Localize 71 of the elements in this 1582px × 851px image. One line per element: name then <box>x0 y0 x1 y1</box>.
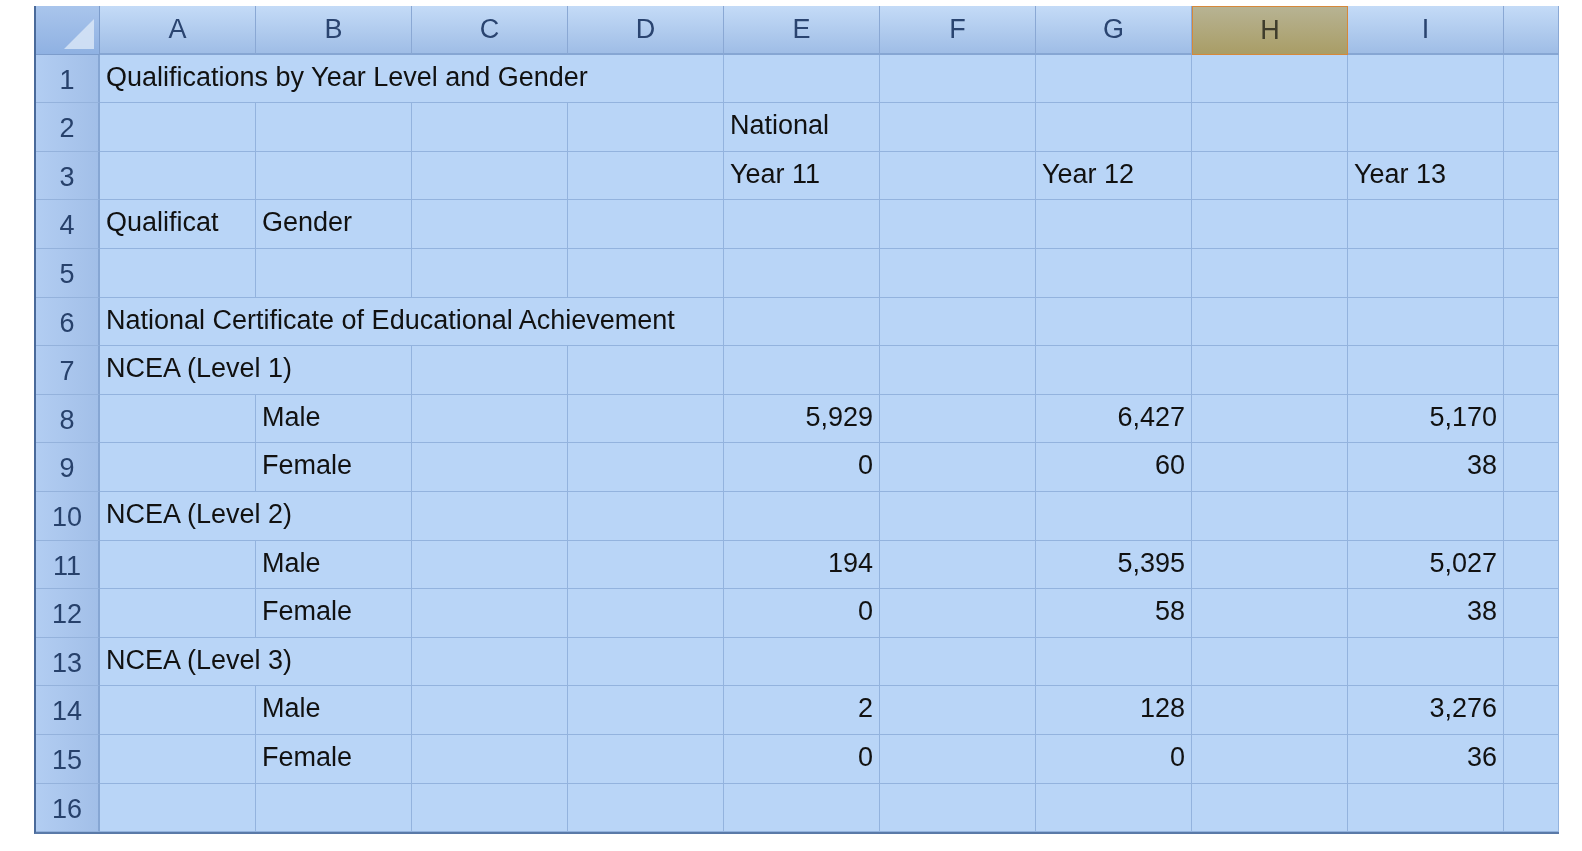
number-cell-text: 0 <box>856 595 874 629</box>
column-header[interactable]: B <box>256 6 412 55</box>
number-cell-text: 3,276 <box>1428 692 1498 726</box>
text-cell-text: NCEA (Level 1) <box>105 352 294 386</box>
empty-cell <box>1504 637 1559 687</box>
column-header[interactable]: H <box>1192 6 1348 55</box>
empty-cell <box>1504 103 1559 152</box>
row-header[interactable]: 3 <box>36 151 100 201</box>
text-cell-text: Female <box>261 741 354 774</box>
row-header[interactable]: 1 <box>36 54 100 104</box>
row-header[interactable]: 4 <box>36 200 100 249</box>
row-header[interactable]: 2 <box>36 103 100 152</box>
text-cell-text: Gender <box>261 206 354 240</box>
empty-cell <box>1504 491 1559 541</box>
empty-cell <box>1504 54 1559 104</box>
empty-cell <box>1504 297 1559 347</box>
column-header[interactable]: A <box>100 6 256 55</box>
row-header[interactable]: 14 <box>36 686 100 735</box>
number-cell-text: 6,427 <box>1116 400 1186 434</box>
row-header[interactable]: 13 <box>36 637 100 687</box>
number-cell-text: 5,027 <box>1428 546 1498 580</box>
number-cell-text: 36 <box>1465 741 1498 774</box>
column-header[interactable]: G <box>1036 6 1192 55</box>
number-cell-text: 38 <box>1465 449 1498 483</box>
column-header[interactable]: D <box>568 6 724 55</box>
empty-cell <box>1504 248 1559 298</box>
number-cell-text: 0 <box>1168 741 1186 774</box>
empty-cell <box>1504 200 1559 249</box>
row-header[interactable]: 7 <box>36 346 100 395</box>
empty-cell <box>1504 346 1559 395</box>
row-header[interactable]: 6 <box>36 297 100 347</box>
row-header[interactable]: 10 <box>36 491 100 541</box>
number-cell-text: 58 <box>1153 595 1186 629</box>
column-header[interactable]: I <box>1348 6 1504 55</box>
column-header[interactable]: E <box>724 6 880 55</box>
text-cell-text: Male <box>261 692 322 726</box>
text-cell-text: Qualificat <box>105 206 220 240</box>
text-cell-text: NCEA (Level 3) <box>105 643 294 677</box>
column-header[interactable]: F <box>880 6 1036 55</box>
number-cell-text: 5,170 <box>1428 400 1498 434</box>
text-cell-text: Qualifications by Year Level and Gender <box>105 60 589 94</box>
text-cell-text: Male <box>261 546 322 580</box>
number-cell-text: 0 <box>856 449 874 483</box>
text-cell-text: NCEA (Level 2) <box>105 498 294 532</box>
row-header[interactable]: 8 <box>36 394 100 444</box>
select-all-icon[interactable] <box>64 18 94 49</box>
row-header[interactable]: 5 <box>36 248 100 298</box>
column-header[interactable]: C <box>412 6 568 55</box>
number-cell-text: 5,395 <box>1116 546 1186 580</box>
column-header[interactable] <box>1504 6 1559 55</box>
row-header[interactable]: 9 <box>36 443 100 492</box>
number-cell-text: 2 <box>856 692 874 726</box>
number-cell-text: 5,929 <box>804 400 874 434</box>
text-cell-text: Male <box>261 400 322 434</box>
text-cell-text: Year 12 <box>1041 157 1136 191</box>
row-header[interactable]: 12 <box>36 589 100 638</box>
row-header[interactable]: 16 <box>36 783 100 833</box>
row-header[interactable]: 11 <box>36 540 100 590</box>
empty-cell <box>1504 783 1559 833</box>
number-cell-text: 38 <box>1465 595 1498 629</box>
number-cell-text: 194 <box>826 546 874 580</box>
number-cell-text: 0 <box>856 741 874 774</box>
text-cell-text: Female <box>261 595 354 629</box>
row-header[interactable]: 15 <box>36 734 100 784</box>
text-cell-text: Year 11 <box>729 157 822 191</box>
text-cell-text: Female <box>261 449 354 483</box>
number-cell-text: 128 <box>1138 692 1186 726</box>
text-cell-text: National <box>729 109 831 143</box>
number-cell-text: 60 <box>1153 449 1186 483</box>
text-cell-text: National Certificate of Educational Achievement <box>105 303 676 337</box>
text-cell-text: Year 13 <box>1353 157 1448 191</box>
